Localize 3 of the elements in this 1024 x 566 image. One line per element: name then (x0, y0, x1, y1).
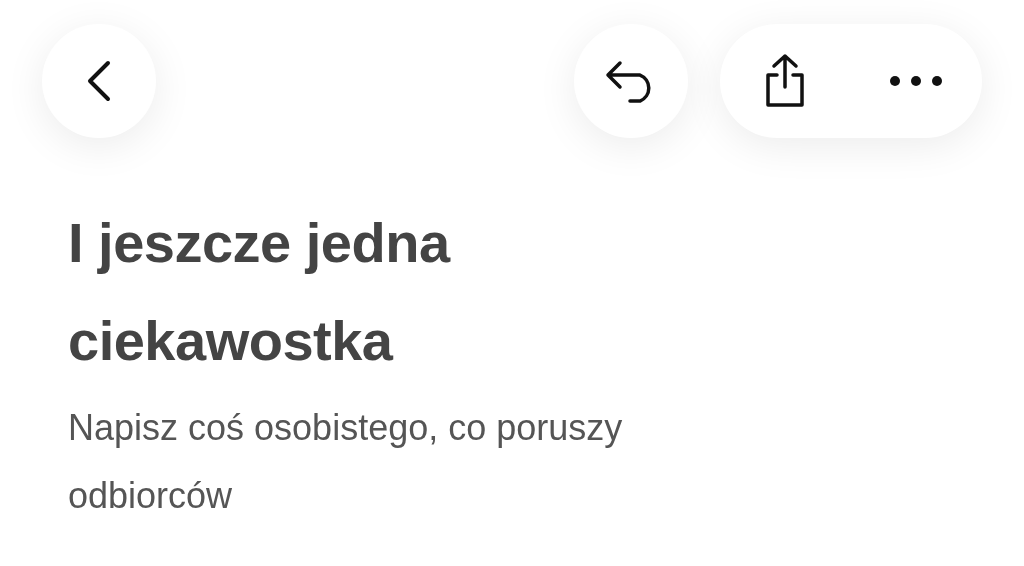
heading: I jeszcze jedna ciekawostka (68, 210, 452, 374)
more-icon (888, 75, 943, 87)
subtitle: Napisz coś osobistego, co poruszy odbiorców (68, 406, 624, 518)
